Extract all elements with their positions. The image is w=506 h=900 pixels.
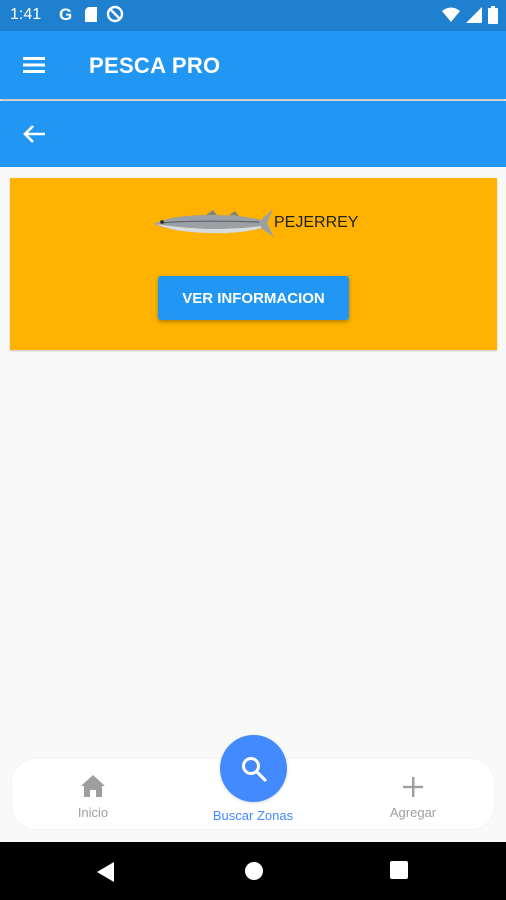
fish-card: PEJERREY VER INFORMACION (10, 178, 497, 350)
signal-icon (466, 7, 482, 23)
recents-square-icon[interactable] (390, 861, 408, 879)
status-bar: 1:41 G (0, 0, 506, 31)
status-time: 1:41 (10, 6, 42, 23)
app-title: PESCA PRO (89, 53, 221, 78)
status-left-icons: G (58, 5, 124, 23)
sd-card-icon (85, 6, 97, 22)
back-triangle-icon[interactable] (96, 861, 116, 883)
search-icon (241, 756, 267, 782)
arrow-back-icon (23, 125, 45, 143)
nav-item-buscar-zonas[interactable]: Buscar Zonas (183, 733, 323, 829)
nav-label-agregar: Agregar (389, 805, 437, 820)
home-icon (81, 775, 105, 797)
nav-label-buscar-zonas: Buscar Zonas (212, 808, 294, 823)
svg-text:G: G (59, 5, 72, 23)
nav-item-inicio[interactable]: Inicio (23, 759, 163, 829)
bottom-nav: Inicio Buscar Zonas Agregar (12, 735, 494, 829)
sub-bar (0, 101, 506, 167)
system-nav (0, 842, 506, 900)
fish-image (154, 209, 274, 237)
fish-name: PEJERREY (274, 214, 359, 231)
battery-icon (488, 6, 498, 24)
nav-label-inicio: Inicio (77, 805, 109, 820)
plus-icon (403, 777, 423, 797)
app-bar: PESCA PRO (0, 31, 506, 99)
menu-button[interactable] (20, 51, 50, 79)
ver-informacion-button[interactable]: VER INFORMACION (158, 276, 349, 320)
search-fab[interactable] (220, 735, 287, 802)
menu-icon (23, 57, 45, 73)
wifi-icon (442, 7, 460, 22)
home-circle-icon[interactable] (244, 861, 264, 881)
status-right-icons (442, 6, 498, 24)
do-not-disturb-icon (106, 5, 124, 23)
back-button[interactable] (20, 119, 50, 149)
google-icon: G (59, 5, 72, 23)
nav-item-agregar[interactable]: Agregar (343, 759, 483, 829)
